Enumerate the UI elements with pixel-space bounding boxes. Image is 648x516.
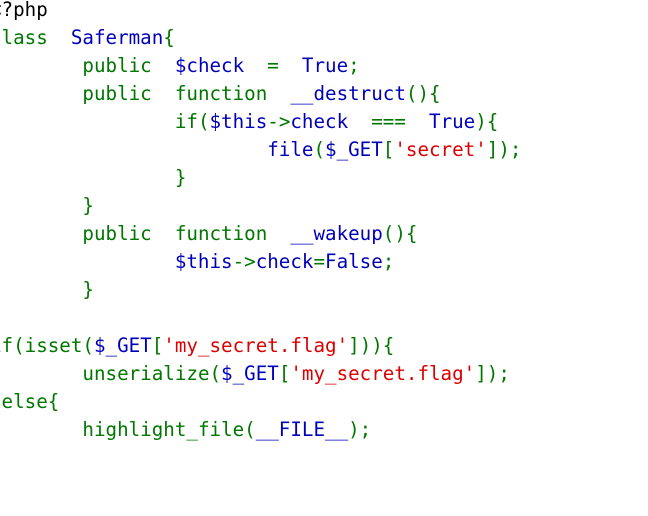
- code-token-keyword: ){: [475, 110, 499, 133]
- code-line: }: [0, 192, 648, 220]
- code-token-default: [0, 54, 82, 77]
- code-line: }else{: [0, 388, 648, 416]
- code-token-keyword: =: [313, 250, 326, 273]
- code-token-default: Saferman: [47, 26, 164, 49]
- code-token-keyword: (){: [382, 222, 418, 245]
- code-token-default: True: [429, 110, 476, 133]
- code-line: }: [0, 304, 648, 332]
- code-token-keyword: highlight_file(: [82, 418, 256, 441]
- code-token-keyword: ->: [267, 110, 291, 133]
- code-token-keyword: [: [151, 334, 164, 357]
- code-token-keyword: }: [0, 278, 94, 301]
- code-token-keyword: unserialize(: [82, 362, 222, 385]
- code-line: public function __wakeup(){: [0, 220, 648, 248]
- code-token-keyword: }: [0, 166, 187, 189]
- code-token-html: <?php: [0, 0, 48, 21]
- code-line: file($_GET['secret']);: [0, 136, 648, 164]
- code-token-default: check: [255, 250, 314, 273]
- code-token-keyword: public function: [82, 222, 291, 245]
- code-token-default: [0, 418, 82, 441]
- code-token-keyword: class: [0, 26, 48, 49]
- code-token-default: [0, 362, 82, 385]
- code-token-default: __wakeup: [290, 222, 383, 245]
- code-token-keyword: );: [348, 418, 372, 441]
- code-line: unserialize($_GET['my_secret.flag']);: [0, 360, 648, 388]
- code-token-keyword: ===: [371, 110, 430, 133]
- code-token-string: 'secret': [394, 138, 487, 161]
- code-token-keyword: }else{: [0, 390, 60, 413]
- code-token-default: True: [301, 54, 349, 77]
- code-token-keyword: public: [82, 54, 152, 77]
- code-token-default: [0, 222, 82, 245]
- code-token-default: $check: [151, 54, 268, 77]
- code-token-keyword: if(: [174, 110, 210, 133]
- code-token-default: [0, 82, 82, 105]
- code-line: }: [0, 276, 648, 304]
- code-token-default: $_GET: [93, 334, 152, 357]
- code-token-keyword: (){: [405, 82, 441, 105]
- code-line: $this->check=False;: [0, 248, 648, 276]
- code-token-default: $_GET: [325, 138, 383, 161]
- code-token-keyword: ;: [382, 250, 395, 273]
- code-line: <?php: [0, 0, 648, 24]
- code-line: highlight_file(__FILE__);: [0, 416, 648, 444]
- code-token-string: 'my_secret.flag': [163, 334, 349, 357]
- code-token-keyword: ;: [348, 54, 360, 77]
- code-token-string: 'my_secret.flag': [290, 362, 476, 385]
- code-line: public function __destruct(){: [0, 80, 648, 108]
- code-token-keyword: }: [0, 446, 2, 469]
- code-line: class Saferman{: [0, 24, 648, 52]
- code-line: if($this->check === True){: [0, 108, 648, 136]
- code-token-keyword: ])){: [348, 334, 395, 357]
- code-line: }: [0, 444, 648, 472]
- code-token-default: $this: [209, 110, 268, 133]
- code-token-default: False: [325, 250, 383, 273]
- code-token-default: __destruct: [290, 82, 406, 105]
- code-token-keyword: ->: [232, 250, 256, 273]
- code-token-keyword: =: [267, 54, 302, 77]
- code-token-default: file: [0, 138, 314, 161]
- code-token-default: __FILE__: [255, 418, 349, 441]
- code-line: }: [0, 164, 648, 192]
- code-token-default: check: [290, 110, 372, 133]
- code-listing: <?php class Saferman{ public $check = Tru…: [0, 0, 648, 472]
- code-token-keyword: public function: [82, 82, 291, 105]
- code-token-default: $_GET: [221, 362, 279, 385]
- code-token-keyword: }: [0, 194, 94, 217]
- code-line: if(isset($_GET['my_secret.flag'])){: [0, 332, 648, 360]
- code-token-keyword: ]);: [486, 138, 522, 161]
- code-token-keyword: {: [163, 26, 175, 49]
- code-token-default: $this: [0, 250, 233, 273]
- code-token-keyword: [: [382, 138, 395, 161]
- code-token-keyword: }: [0, 306, 2, 329]
- code-line: public $check = True;: [0, 52, 648, 80]
- code-token-keyword: (: [313, 138, 326, 161]
- code-token-default: [0, 110, 175, 133]
- code-token-keyword: if(isset(: [0, 334, 94, 357]
- code-token-keyword: [: [278, 362, 291, 385]
- code-token-keyword: ]);: [475, 362, 510, 385]
